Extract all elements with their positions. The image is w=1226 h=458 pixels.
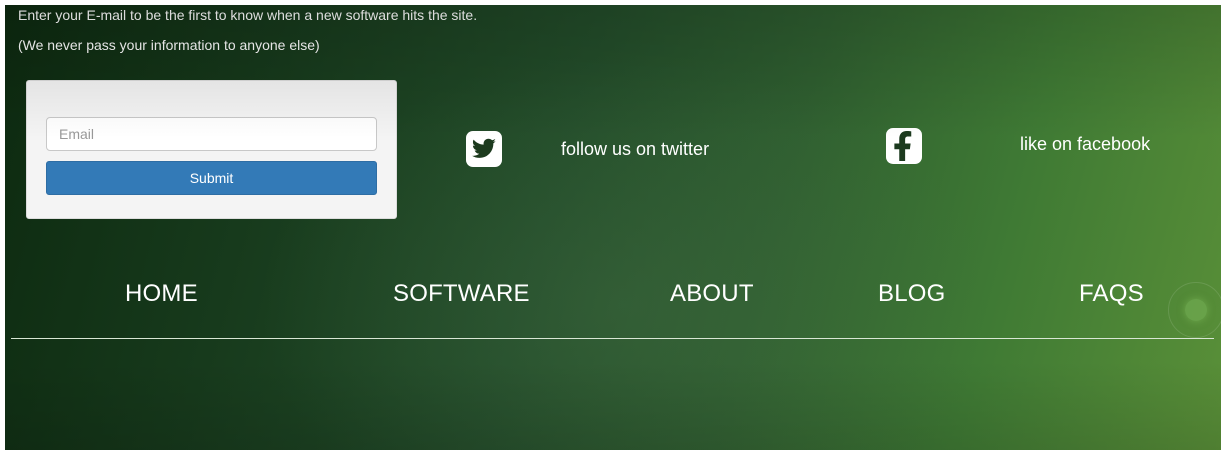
- facebook-link[interactable]: like on facebook: [1020, 134, 1150, 155]
- nav-about[interactable]: ABOUT: [670, 280, 754, 308]
- twitter-bird-icon[interactable]: [466, 131, 502, 167]
- footer-divider: [11, 338, 1214, 339]
- email-input[interactable]: [46, 117, 377, 151]
- twitter-link[interactable]: follow us on twitter: [561, 139, 709, 160]
- privacy-note: (We never pass your information to anyon…: [18, 37, 320, 53]
- newsletter-form: Submit: [26, 80, 397, 219]
- nav-home[interactable]: HOME: [125, 280, 198, 308]
- nav-faqs[interactable]: FAQS: [1079, 280, 1144, 308]
- footer: Enter your E-mail to be the first to kno…: [5, 5, 1221, 450]
- circle-icon: [1185, 299, 1207, 321]
- nav-blog[interactable]: BLOG: [878, 280, 946, 308]
- newsletter-intro-text: Enter your E-mail to be the first to kno…: [18, 7, 478, 23]
- nav-software[interactable]: SOFTWARE: [393, 280, 530, 308]
- scroll-to-top-button[interactable]: [1168, 282, 1221, 338]
- submit-button[interactable]: Submit: [46, 161, 377, 195]
- facebook-f-icon[interactable]: [886, 128, 922, 164]
